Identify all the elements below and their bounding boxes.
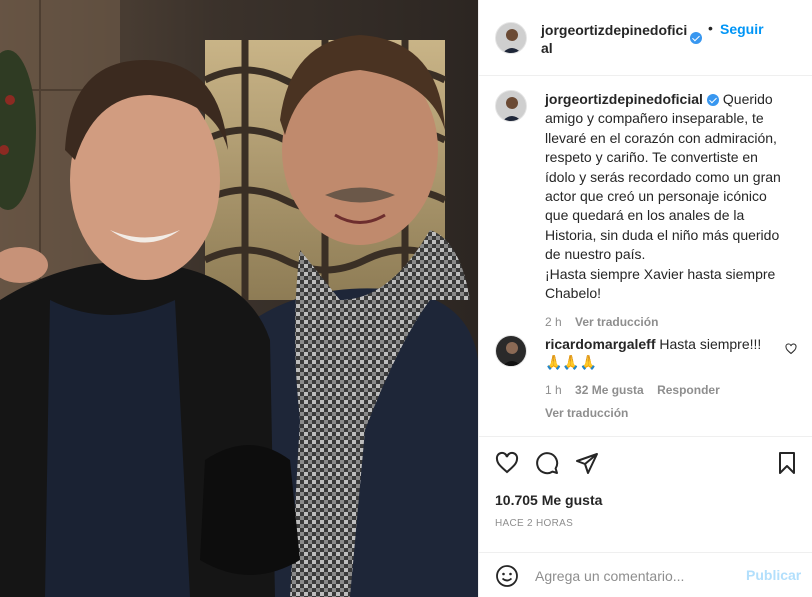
author-avatar[interactable] [495,22,527,54]
avatar-icon [496,23,526,53]
post-caption: jorgeortizdepinedoficial Querido amigo y … [545,90,801,333]
separator-dot: • [708,20,713,36]
caption-line: que quedará en los anales de la [545,207,745,224]
comment-age: 1 h [545,383,562,397]
caption-line: respeto y cariño. Te convertiste en [545,149,758,166]
caption-line: Chabelo! [545,285,602,302]
comment-composer: Publicar [479,552,812,597]
caption-line: Querido [722,91,773,107]
caption-line: llevaré en el corazón con admiración, [545,129,777,146]
caption-line: ídolo y serás recordado como un gran [545,168,781,185]
caption-line: ¡Hasta siempre Xavier hasta siempre [545,265,776,282]
emoji-icon[interactable] [495,564,519,588]
avatar-icon [496,336,526,366]
post-timestamp: HACE 2 HORAS [495,518,574,529]
comment-item: ricardomargaleff Hasta siempre!!! 🙏🙏🙏 1 … [545,335,775,423]
caption-age: 2 h [545,315,562,330]
photo-illustration [0,0,478,597]
comment-input[interactable] [535,565,735,587]
post-header: jorgeortizdepinedoficial • Seguir [479,0,812,76]
post-sidebar: jorgeortizdepinedoficial • Seguir jorgeo… [478,0,812,597]
comment-icon[interactable] [535,451,559,475]
commenter-avatar[interactable] [495,335,527,367]
caption-line: de nuestro país. [545,246,646,263]
verified-badge-icon [706,94,719,107]
comment-text: Hasta siempre!!! [659,336,762,352]
post-actions: 10.705 Me gusta HACE 2 HORAS Publicar [479,436,812,597]
bookmark-icon[interactable] [775,451,799,475]
commenter-username[interactable]: ricardomargaleff [545,336,655,352]
caption-line: actor que creó un personaje icónico [545,188,767,205]
follow-button[interactable]: Seguir [720,21,764,37]
comment-meta: 1 h 32 Me gusta Responder [545,381,775,400]
caption-line: amigo y compañero inseparable, te [545,110,764,127]
verified-badge-icon [690,32,702,44]
comment-heart-icon[interactable] [785,343,797,355]
heart-icon[interactable] [495,451,519,475]
comment-emojis: 🙏🙏🙏 [545,355,598,371]
publish-button[interactable]: Publicar [746,567,801,583]
caption-avatar[interactable] [495,90,527,122]
reply-button[interactable]: Responder [657,383,720,397]
avatar-icon [496,91,526,121]
caption-meta: 2 h Ver traducción [545,313,801,332]
author-username[interactable]: jorgeortizdepinedoficial [541,21,691,57]
post-photo[interactable] [0,0,478,597]
comment-likes[interactable]: 32 Me gusta [575,383,644,397]
like-count[interactable]: 10.705 Me gusta [495,492,602,508]
comment-translate-link[interactable]: Ver traducción [545,404,775,423]
caption-line: Historia, sin duda el niño más querido [545,226,780,243]
share-icon[interactable] [575,451,599,475]
caption-username[interactable]: jorgeortizdepinedoficial [545,91,703,107]
caption-translate-link[interactable]: Ver traducción [575,315,658,329]
